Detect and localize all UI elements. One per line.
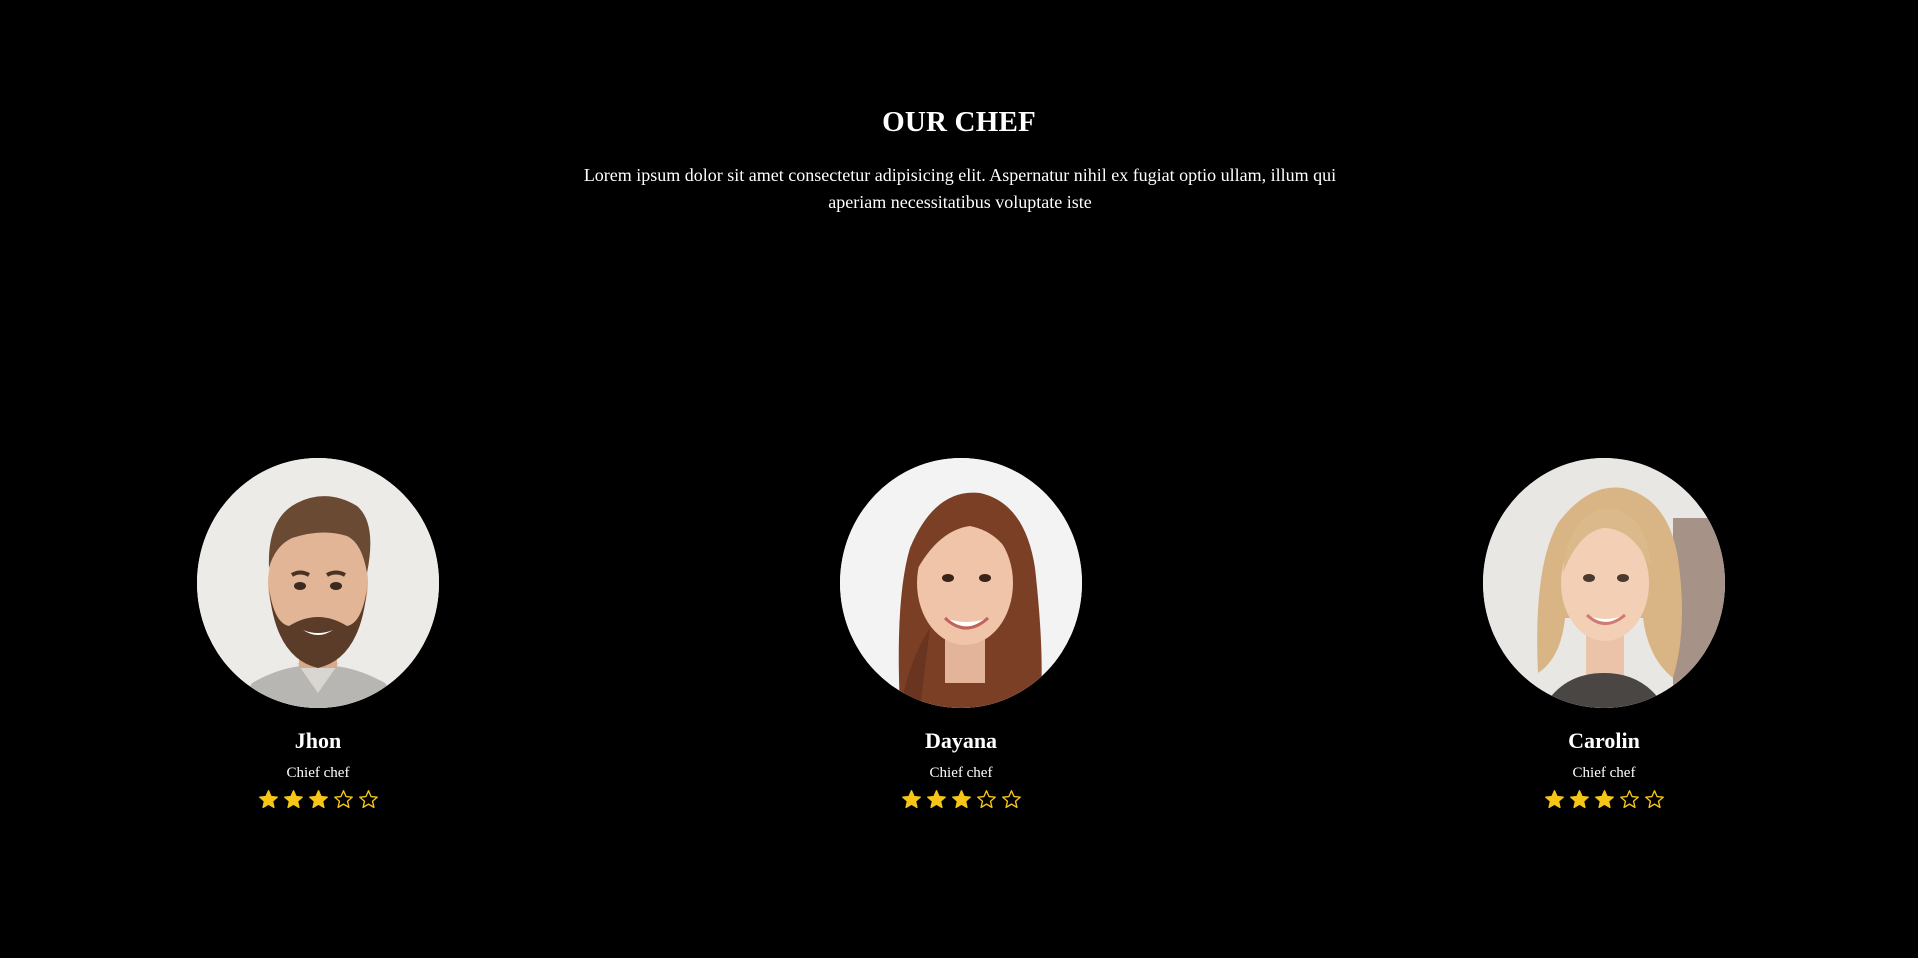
rating-stars [1474,789,1734,810]
star-outline-icon [976,790,996,809]
star-filled-icon [951,790,971,809]
chef-card-dayana: Dayana Chief chef [831,458,1091,810]
chef-section: OUR CHEF Lorem ipsum dolor sit amet cons… [0,0,1918,958]
chef-role: Chief chef [286,765,350,781]
chef-role: Chief chef [929,765,993,781]
star-filled-icon [258,790,278,809]
chef-card-carolin: Carolin Chief chef [1474,458,1734,810]
star-filled-icon [901,790,921,809]
star-filled-icon [283,790,303,809]
chef-name: Dayana [924,728,998,753]
section-title: OUR CHEF [882,106,1036,138]
chef-photo [1483,458,1725,708]
star-filled-icon [1569,790,1589,809]
star-outline-icon [1644,790,1664,809]
woman-blonde-portrait-image [1483,458,1725,708]
star-filled-icon [308,790,328,809]
section-description: Lorem ipsum dolor sit amet consectetur a… [583,165,1337,212]
chef-role: Chief chef [1572,765,1636,781]
star-outline-icon [358,790,378,809]
star-filled-icon [1594,790,1614,809]
chef-photo [840,458,1082,708]
star-filled-icon [1544,790,1564,809]
chef-name: Carolin [1568,728,1640,753]
man-portrait-image [197,458,439,708]
star-outline-icon [1619,790,1639,809]
chef-card-jhon: Jhon Chief chef [188,458,448,810]
star-outline-icon [333,790,353,809]
rating-stars [831,789,1091,810]
woman-brunette-portrait-image [840,458,1082,708]
star-filled-icon [926,790,946,809]
rating-stars [188,789,448,810]
star-outline-icon [1001,790,1021,809]
chef-name: Jhon [294,728,342,753]
chef-photo [197,458,439,708]
